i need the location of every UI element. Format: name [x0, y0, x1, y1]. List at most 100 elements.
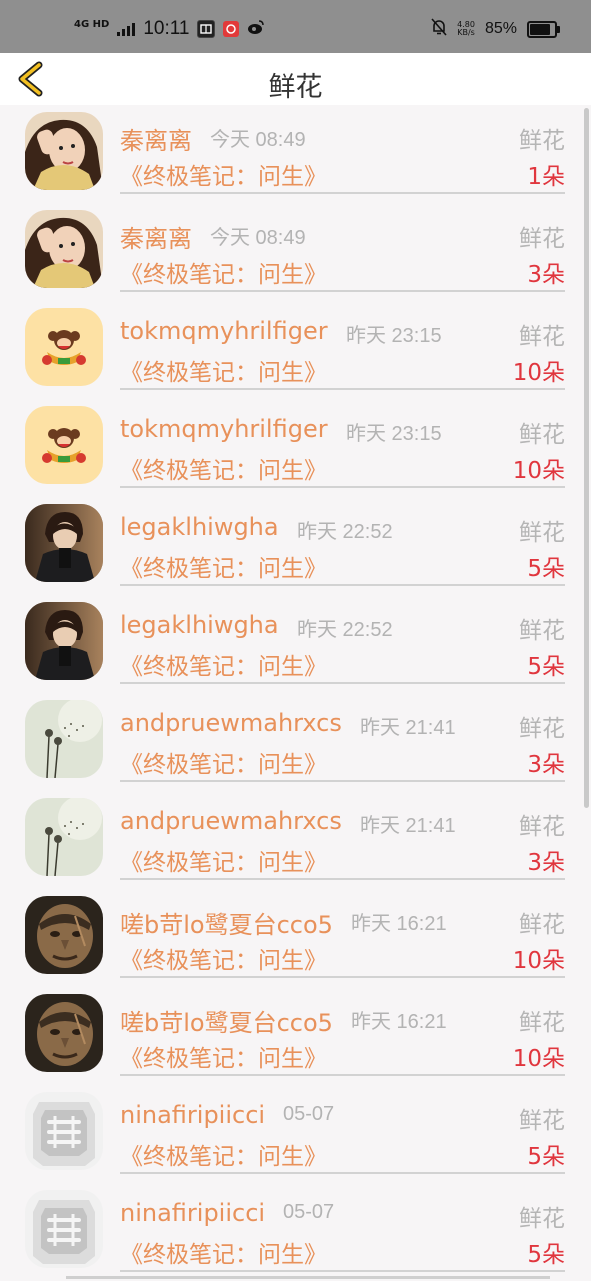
avatar[interactable] — [25, 798, 103, 876]
flower-count: 10朵 — [512, 360, 565, 386]
user-name: legaklhiwgha — [120, 611, 279, 639]
book-title[interactable]: 《终极笔记：问生》 — [120, 353, 327, 387]
network-type: 4G HD — [74, 19, 110, 30]
timestamp: 昨天 21:41 — [360, 815, 456, 837]
user-name: legaklhiwgha — [120, 513, 279, 541]
user-name: ninafiripiicci — [120, 1101, 266, 1129]
avatar[interactable] — [25, 112, 103, 190]
gift-type: 鲜花 — [519, 1010, 565, 1036]
gift-type: 鲜花 — [519, 716, 565, 742]
divider — [120, 1074, 565, 1076]
divider — [120, 1270, 565, 1272]
flower-count: 3朵 — [527, 752, 565, 778]
timestamp: 今天 08:49 — [210, 129, 306, 151]
user-name: tokmqmyhrilfiger — [120, 415, 328, 443]
gift-type: 鲜花 — [519, 324, 565, 350]
gift-type: 鲜花 — [519, 128, 565, 154]
user-name: 嗟b苛lo鹭夏台cco5 — [120, 911, 333, 939]
avatar[interactable] — [25, 994, 103, 1072]
divider — [120, 192, 565, 194]
page-title: 鲜花 — [268, 72, 323, 103]
status-bar: 4G HD 10:11 4.80 KB/s 85% — [0, 0, 591, 53]
list-item[interactable]: ninafiripiicci 05-07 鲜花 《终极笔记：问生》 5朵 — [0, 1183, 591, 1281]
flower-count: 5朵 — [527, 654, 565, 680]
book-title[interactable]: 《终极笔记：问生》 — [120, 1039, 327, 1073]
avatar[interactable] — [25, 210, 103, 288]
taobao-app-icon — [223, 21, 240, 37]
gift-type: 鲜花 — [519, 1206, 565, 1232]
timestamp: 昨天 16:21 — [351, 1011, 447, 1033]
gift-type: 鲜花 — [519, 520, 565, 546]
list-item[interactable]: 秦离离 今天 08:49 鲜花《终极笔记：问生》 3朵 — [0, 203, 591, 301]
list-item[interactable]: 嗟b苛lo鹭夏台cco5 昨天 16:21 鲜花《终极笔记：问生》 10朵 — [0, 889, 591, 987]
flower-count: 5朵 — [527, 556, 565, 582]
book-title[interactable]: 《终极笔记：问生》 — [120, 157, 327, 191]
gift-type: 鲜花 — [519, 912, 565, 938]
flower-count: 3朵 — [527, 262, 565, 288]
book-title[interactable]: 《终极笔记：问生》 — [120, 451, 327, 485]
list-item[interactable]: andpruewmahrxcs 昨天 21:41 鲜花 《终极笔记：问生》 3朵 — [0, 791, 591, 889]
nav-bar: 鲜花 — [0, 53, 591, 105]
book-title[interactable]: 《终极笔记：问生》 — [120, 1137, 327, 1171]
bell-off-icon — [431, 18, 447, 40]
signal-icon — [117, 22, 136, 36]
avatar[interactable] — [25, 896, 103, 974]
list-item[interactable]: tokmqmyhrilfiger 昨天 23:15 鲜花《终极笔记：问生》 10朵 — [0, 399, 591, 497]
divider — [120, 878, 565, 880]
gift-type: 鲜花 — [519, 1108, 565, 1134]
timestamp: 昨天 23:15 — [346, 325, 442, 347]
book-title[interactable]: 《终极笔记：问生》 — [120, 843, 327, 877]
network-speed-unit: KB/s — [457, 28, 475, 37]
book-title[interactable]: 《终极笔记：问生》 — [120, 1235, 327, 1269]
gift-type: 鲜花 — [519, 422, 565, 448]
divider — [120, 1172, 565, 1174]
flower-count: 1朵 — [527, 164, 565, 190]
list-item[interactable]: legaklhiwgha 昨天 22:52 鲜花 《终极笔记：问生》 5朵 — [0, 595, 591, 693]
list-item[interactable]: 秦离离 今天 08:49 鲜花《终极笔记：问生》 1朵 — [0, 105, 591, 203]
avatar[interactable] — [25, 1190, 103, 1268]
timestamp: 昨天 23:15 — [346, 423, 442, 445]
timestamp: 昨天 21:41 — [360, 717, 456, 739]
battery-icon — [527, 20, 560, 38]
divider — [120, 780, 565, 782]
avatar[interactable] — [25, 406, 103, 484]
status-left: 4G HD 10:11 — [74, 18, 265, 40]
user-name: 秦离离 — [120, 225, 192, 253]
user-name: 嗟b苛lo鹭夏台cco5 — [120, 1009, 333, 1037]
timestamp: 05-07 — [283, 1103, 335, 1125]
book-title[interactable]: 《终极笔记：问生》 — [120, 745, 327, 779]
book-title[interactable]: 《终极笔记：问生》 — [120, 647, 327, 681]
flower-count: 5朵 — [527, 1144, 565, 1170]
timestamp: 今天 08:49 — [210, 227, 306, 249]
flower-count: 10朵 — [512, 948, 565, 974]
gift-type: 鲜花 — [519, 226, 565, 252]
status-right: 4.80 KB/s 85% — [431, 18, 560, 40]
avatar[interactable] — [25, 308, 103, 386]
gift-type: 鲜花 — [519, 814, 565, 840]
flower-record-list: 秦离离 今天 08:49 鲜花 《终极笔记：问生》 1朵 秦离离 今天 08:49 鲜花 《终极… — [0, 105, 591, 1281]
list-item[interactable]: 嗟b苛lo鹭夏台cco5 昨天 16:21 鲜花 《终极笔记：问生》 10朵 — [0, 987, 591, 1085]
list-item[interactable]: andpruewmahrxcs 昨天 21:41 鲜花《终极笔记：问生》 3朵 — [0, 693, 591, 791]
avatar[interactable] — [25, 504, 103, 582]
clock: 10:11 — [143, 18, 190, 39]
avatar[interactable] — [25, 700, 103, 778]
scrollbar[interactable] — [584, 108, 589, 808]
divider — [120, 486, 565, 488]
flower-count: 10朵 — [512, 458, 565, 484]
divider — [120, 584, 565, 586]
yiyi-app-icon — [197, 20, 216, 38]
avatar[interactable] — [25, 1092, 103, 1170]
timestamp: 05-07 — [283, 1201, 335, 1223]
battery-percent: 85% — [484, 20, 517, 37]
book-title[interactable]: 《终极笔记：问生》 — [120, 549, 327, 583]
book-title[interactable]: 《终极笔记：问生》 — [120, 941, 327, 975]
book-title[interactable]: 《终极笔记：问生》 — [120, 255, 327, 289]
avatar[interactable] — [25, 602, 103, 680]
network-speed: 4.80 KB/s — [457, 21, 475, 37]
list-item[interactable]: ninafiripiicci 05-07 鲜花《终极笔记：问生》 5朵 — [0, 1085, 591, 1183]
list-item[interactable]: legaklhiwgha 昨天 22:52 鲜花 《终极笔记：问生》 5朵 — [0, 497, 591, 595]
user-name: 秦离离 — [120, 127, 192, 155]
list-item[interactable]: tokmqmyhrilfiger 昨天 23:15 鲜花 《终极笔记：问生》 10朵 — [0, 301, 591, 399]
timestamp: 昨天 16:21 — [351, 913, 447, 935]
user-name: andpruewmahrxcs — [120, 709, 342, 737]
